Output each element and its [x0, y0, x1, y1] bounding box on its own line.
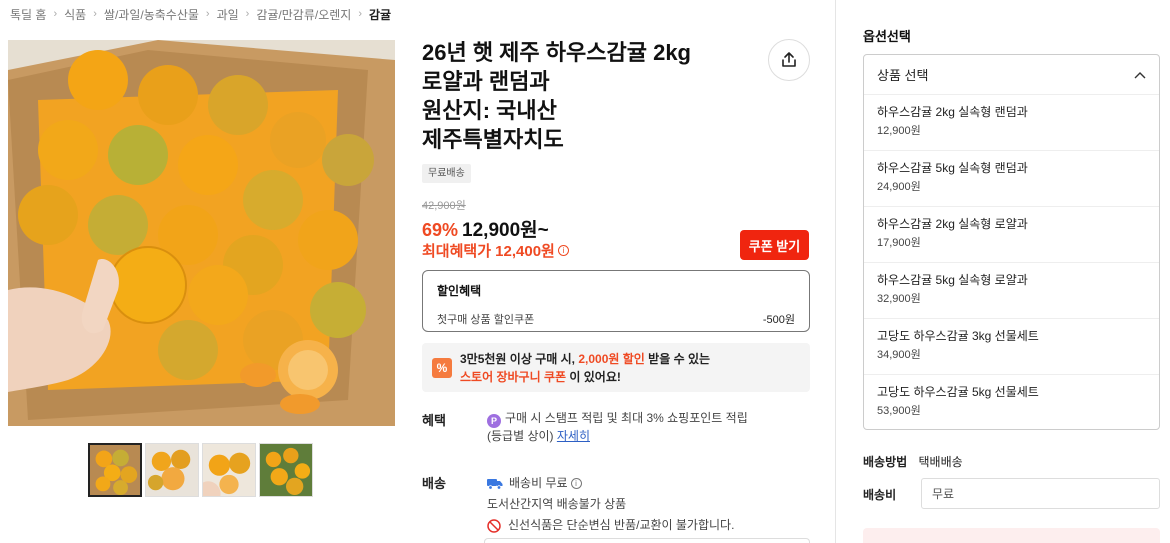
option-name: 하우스감귤 2kg 실속형 로얄과	[877, 217, 1028, 231]
shipping-fee-text: 배송비 무료	[509, 476, 568, 490]
no-entry-icon	[487, 518, 501, 533]
option-price: 17,900원	[877, 237, 921, 249]
option-price: 34,900원	[877, 349, 921, 361]
option-name: 하우스감귤 2kg 실속형 랜덤과	[877, 105, 1028, 119]
chevron-up-icon	[1134, 71, 1146, 78]
option-select-title: 옵션선택	[863, 29, 911, 44]
price-row: 69% 12,900원~	[422, 215, 549, 242]
option-item[interactable]: 하우스감귤 5kg 실속형 랜덤과 24,900원	[864, 151, 1159, 207]
product-title-line: 로얄과 랜덤과	[422, 69, 550, 94]
breadcrumb-separator: ›	[245, 8, 250, 20]
share-button[interactable]	[768, 39, 810, 81]
max-benefit-price: 최대혜택가 12,400원 i	[422, 240, 569, 261]
point-icon: P	[487, 414, 501, 428]
discount-row: 첫구매 상품 할인쿠폰 -500원	[437, 311, 795, 327]
breadcrumb-separator: ›	[93, 8, 97, 20]
thumbnail-strip	[88, 443, 313, 497]
info-icon[interactable]: i	[557, 245, 569, 256]
product-title-line: 26년 햇 제주 하우스감귤 2kg	[422, 40, 691, 65]
breadcrumb-separator: ›	[53, 8, 58, 20]
percent-icon: %	[432, 357, 452, 378]
option-item[interactable]: 고당도 하우스감귤 3kg 선물세트 34,900원	[864, 319, 1159, 375]
shipping-restriction: 도서산간지역 배송불가 상품	[487, 497, 627, 511]
product-title-line: 원산지: 국내산	[422, 98, 557, 123]
info-icon[interactable]: i	[570, 478, 582, 489]
discount-percent: 69%	[422, 220, 459, 240]
option-price: 32,900원	[877, 293, 921, 305]
thumbnail[interactable]	[202, 443, 256, 497]
option-price: 53,900원	[877, 405, 921, 417]
option-item[interactable]: 하우스감귤 2kg 실속형 랜덤과 12,900원	[864, 95, 1159, 151]
benefit-label: 혜택	[422, 413, 446, 428]
benefit-info: P 구매 시 스탬프 적립 및 최대 3% 쇼핑포인트 적립 (등급별 상이) 자…	[487, 410, 748, 445]
product-main-image	[8, 40, 395, 426]
promo-text-part: 받을 수 있는	[644, 351, 711, 366]
thumbnail[interactable]	[259, 443, 313, 497]
delivery-method-value: 택배배송	[918, 455, 963, 469]
discount-label: 첫구매 상품 할인쿠폰	[437, 314, 535, 326]
promo-text-part: 이 있어요!	[569, 369, 621, 384]
shipping-detail-box	[484, 538, 810, 543]
product-title: 26년 햇 제주 하우스감귤 2kg 로얄과 랜덤과 원산지: 국내산 제주특별…	[422, 38, 752, 154]
breadcrumb: 톡딜 홈 › 식품 › 쌀/과일/농축수산물 › 과일 › 감귤/만감류/오렌지…	[10, 5, 391, 23]
shipping-info: 배송비 무료 i 도서산간지역 배송불가 상품 신선식품은 단순변심 반품/교환…	[487, 473, 734, 536]
coupon-notice-banner[interactable]	[863, 528, 1160, 543]
option-select-toggle[interactable]: 상품 선택	[864, 55, 1159, 95]
benefit-text: 구매 시 스탬프 적립 및 최대 3% 쇼핑포인트 적립	[505, 411, 748, 425]
thumbnail[interactable]	[88, 443, 142, 497]
promo-text-part: 3만5천원 이상 구매 시,	[460, 351, 579, 366]
option-name: 고당도 하우스감귤 3kg 선물세트	[877, 329, 1039, 343]
option-name: 고당도 하우스감귤 5kg 선물세트	[877, 385, 1039, 399]
free-shipping-badge: 무료배송	[422, 164, 471, 183]
shipping-notice: 신선식품은 단순변심 반품/교환이 불가합니다.	[508, 518, 735, 532]
breadcrumb-item[interactable]: 쌀/과일/농축수산물	[104, 6, 199, 23]
option-item[interactable]: 고당도 하우스감귤 5kg 선물세트 53,900원	[864, 375, 1159, 429]
discount-box: 할인혜택 첫구매 상품 할인쿠폰 -500원	[422, 270, 810, 332]
shipping-label: 배송	[422, 476, 446, 491]
store-cart-coupon-banner[interactable]: % 3만5천원 이상 구매 시, 2,000원 할인 받을 수 있는 스토어 장…	[422, 343, 810, 392]
share-icon	[782, 52, 796, 67]
benefit-details-link[interactable]: 자세히	[557, 429, 590, 443]
promo-text: 3만5천원 이상 구매 시, 2,000원 할인 받을 수 있는 스토어 장바구…	[460, 350, 710, 386]
max-benefit-text: 최대혜택가 12,400원	[422, 243, 555, 260]
option-item[interactable]: 하우스감귤 2kg 실속형 로얄과 17,900원	[864, 207, 1159, 263]
breadcrumb-item[interactable]: 감귤/만감류/오렌지	[256, 6, 351, 23]
option-name: 하우스감귤 5kg 실속형 랜덤과	[877, 161, 1028, 175]
breadcrumb-item[interactable]: 과일	[217, 6, 239, 23]
option-name: 하우스감귤 5kg 실속형 로얄과	[877, 273, 1028, 287]
delivery-fee-label: 배송비	[863, 488, 897, 502]
vertical-divider	[835, 0, 836, 543]
breadcrumb-separator: ›	[205, 8, 210, 20]
breadcrumb-separator: ›	[358, 8, 363, 20]
product-title-line: 제주특별자치도	[422, 127, 564, 152]
option-select-label: 상품 선택	[877, 68, 929, 83]
breadcrumb-item[interactable]: 톡딜 홈	[10, 6, 46, 23]
discount-heading: 할인혜택	[437, 284, 482, 298]
delivery-method: 배송방법 택배배송	[863, 453, 963, 470]
option-price: 24,900원	[877, 181, 921, 193]
sale-price: 12,900원~	[462, 220, 549, 241]
thumbnail[interactable]	[145, 443, 199, 497]
delivery-method-label: 배송방법	[863, 455, 908, 469]
option-dropdown: 상품 선택 하우스감귤 2kg 실속형 랜덤과 12,900원 하우스감귤 5k…	[863, 54, 1160, 430]
coupon-button[interactable]: 쿠폰 받기	[740, 230, 809, 260]
breadcrumb-current: 감귤	[369, 7, 392, 22]
truck-icon	[487, 478, 503, 490]
original-price: 42,900원	[422, 200, 466, 212]
option-price: 12,900원	[877, 125, 921, 137]
breadcrumb-item[interactable]: 식품	[64, 6, 86, 23]
benefit-text: (등급별 상이)	[487, 429, 554, 443]
option-item[interactable]: 하우스감귤 5kg 실속형 로얄과 32,900원	[864, 263, 1159, 319]
discount-amount: -500원	[762, 314, 795, 326]
promo-coupon-name: 스토어 장바구니 쿠폰	[460, 369, 567, 384]
delivery-fee-field[interactable]	[921, 478, 1160, 509]
promo-discount: 2,000원 할인	[578, 351, 645, 366]
